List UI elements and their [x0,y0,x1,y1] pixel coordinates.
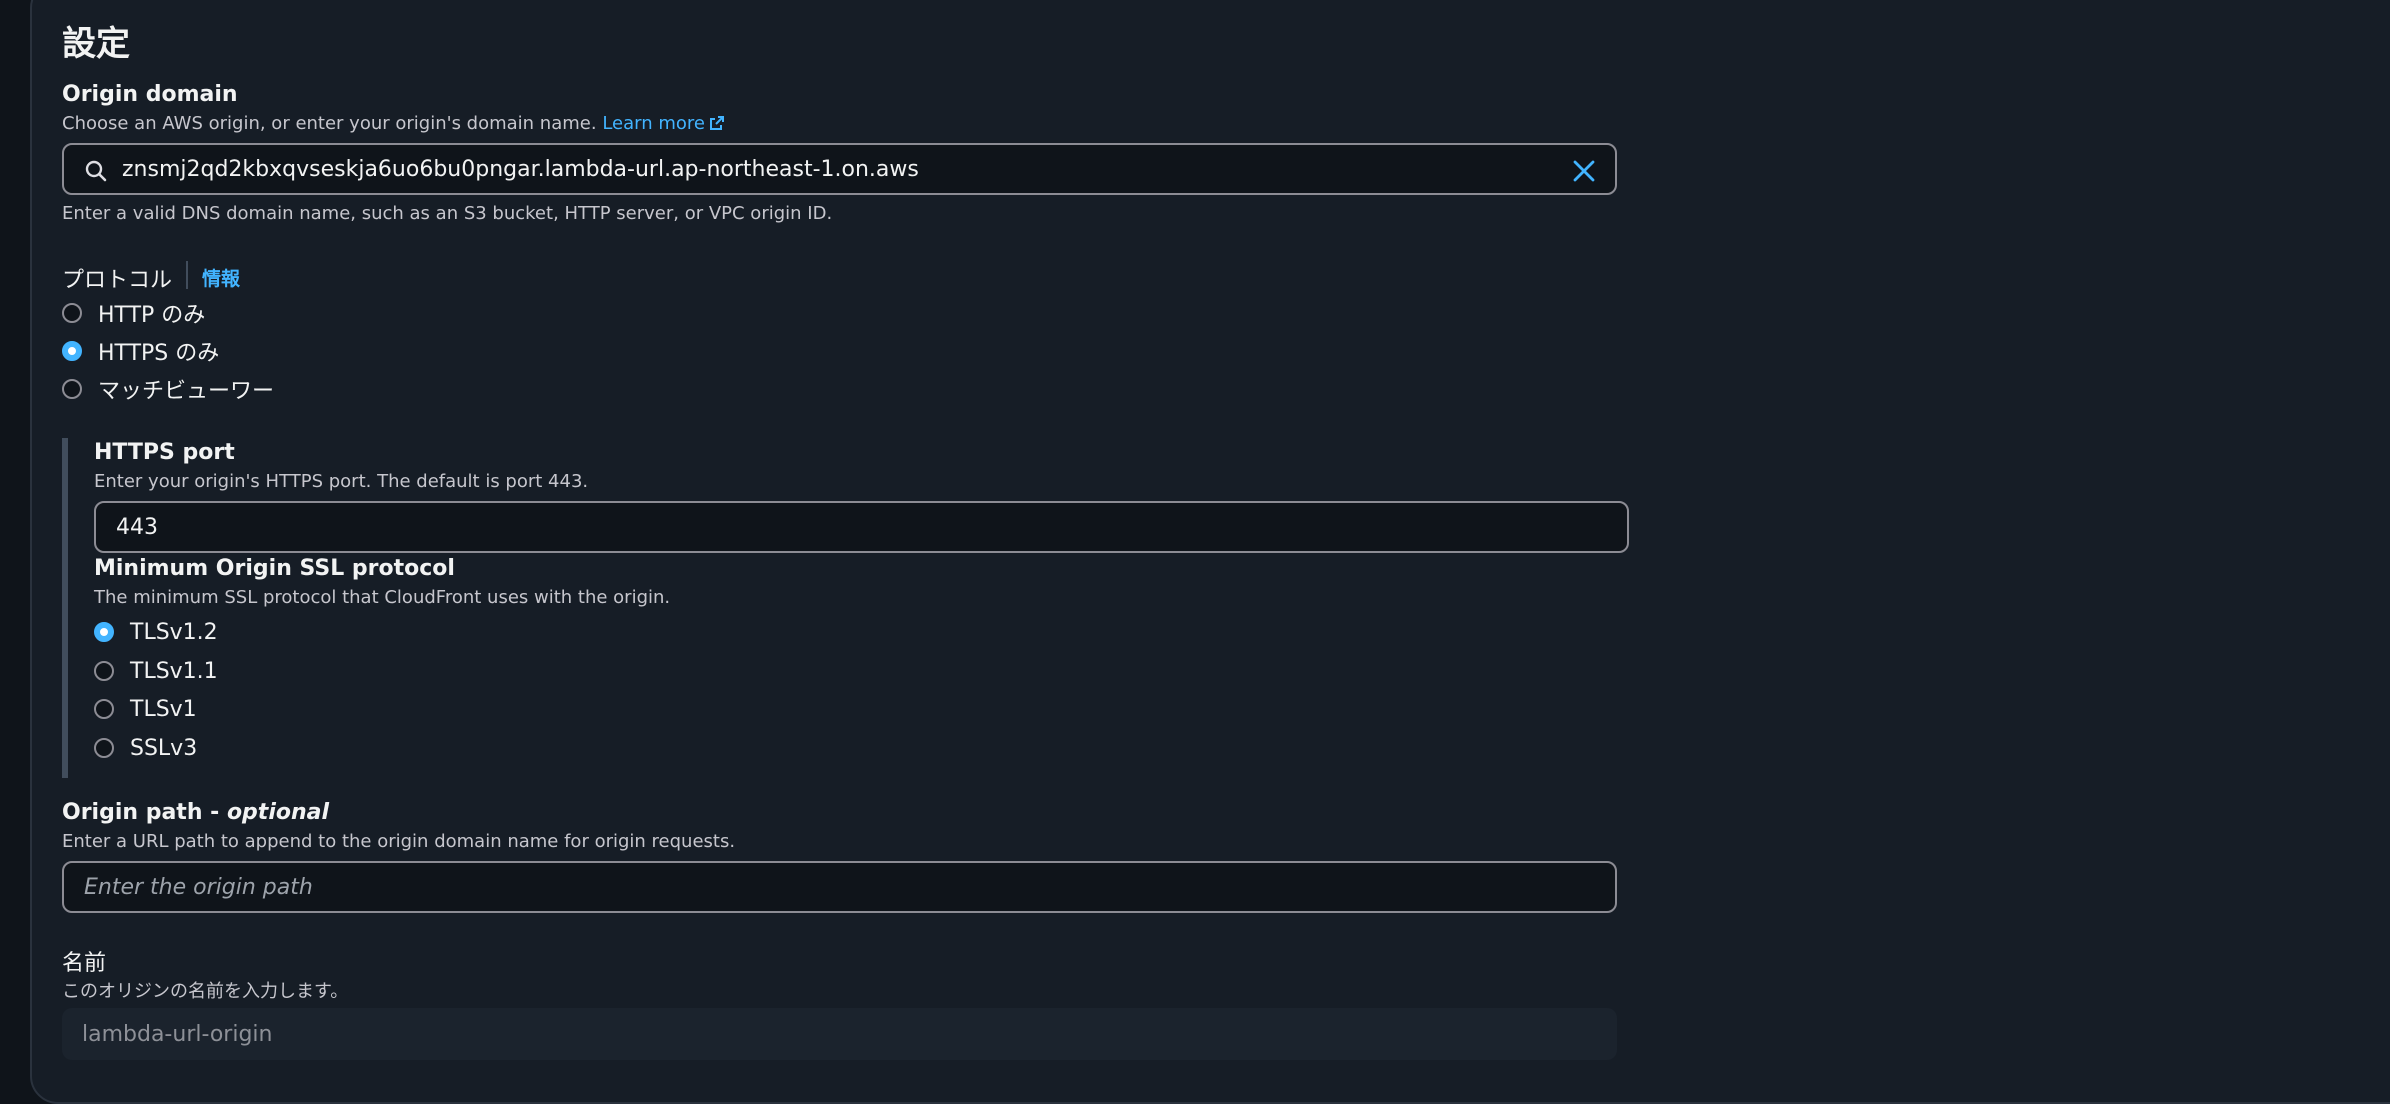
https-port-label: HTTPS port [94,440,235,465]
ssl-option-tlsv1-1[interactable]: TLSv1.1 [94,656,218,686]
nested-settings-indicator [62,438,68,778]
https-port-description: Enter your origin's HTTPS port. The defa… [94,471,589,492]
min-ssl-description: The minimum SSL protocol that CloudFront… [94,587,671,608]
learn-more-label: Learn more [602,113,705,134]
optional-tag: optional [226,800,330,825]
radio-label: TLSv1 [130,696,197,722]
radio-label: マッチビューワー [98,379,275,404]
min-ssl-label: Minimum Origin SSL protocol [94,556,455,581]
origin-domain-label: Origin domain [62,82,238,107]
origin-domain-description: Choose an AWS origin, or enter your orig… [62,113,725,134]
radio-button[interactable] [94,699,114,719]
radio-label: HTTPS のみ [98,341,220,366]
radio-label: HTTP のみ [98,303,206,328]
section-title: 設定 [62,24,130,64]
radio-label: TLSv1.2 [130,619,218,645]
origin-domain-description-text: Choose an AWS origin, or enter your orig… [62,113,597,134]
origin-path-label: Origin path - optional [62,800,329,825]
origin-domain-hint: Enter a valid DNS domain name, such as a… [62,203,833,224]
label-divider [186,261,188,289]
radio-label: TLSv1.1 [130,658,218,684]
ssl-option-tlsv1[interactable]: TLSv1 [94,694,197,724]
radio-button[interactable] [62,303,82,323]
https-port-input[interactable] [96,503,1627,551]
origin-domain-field [62,143,1617,195]
clear-icon[interactable] [1571,158,1597,184]
protocol-label: プロトコル [62,268,173,293]
learn-more-link[interactable]: Learn more [602,113,725,134]
origin-path-label-text: Origin path - [62,800,227,825]
origin-path-field [62,861,1617,913]
protocol-option-http[interactable]: HTTP のみ [62,298,205,328]
name-input[interactable] [62,1008,1617,1060]
name-field [62,1008,1617,1060]
protocol-option-https[interactable]: HTTPS のみ [62,336,219,366]
ssl-option-sslv3[interactable]: SSLv3 [94,733,197,763]
origin-path-description: Enter a URL path to append to the origin… [62,831,736,852]
origin-domain-input[interactable] [64,145,1615,193]
origin-path-input[interactable] [64,863,1615,911]
radio-button[interactable] [94,661,114,681]
radio-button-checked[interactable] [94,622,114,642]
external-link-icon [709,116,724,130]
ssl-option-tlsv1-2[interactable]: TLSv1.2 [94,617,218,647]
radio-button[interactable] [94,738,114,758]
radio-label: SSLv3 [130,735,198,761]
protocol-info-link[interactable]: 情報 [202,264,240,291]
radio-button[interactable] [62,379,82,399]
radio-button-checked[interactable] [62,341,82,361]
protocol-option-match-viewer[interactable]: マッチビューワー [62,374,274,404]
name-description: このオリジンの名前を入力します。 [62,981,349,1002]
name-label: 名前 [62,951,107,976]
https-port-field [94,501,1629,553]
